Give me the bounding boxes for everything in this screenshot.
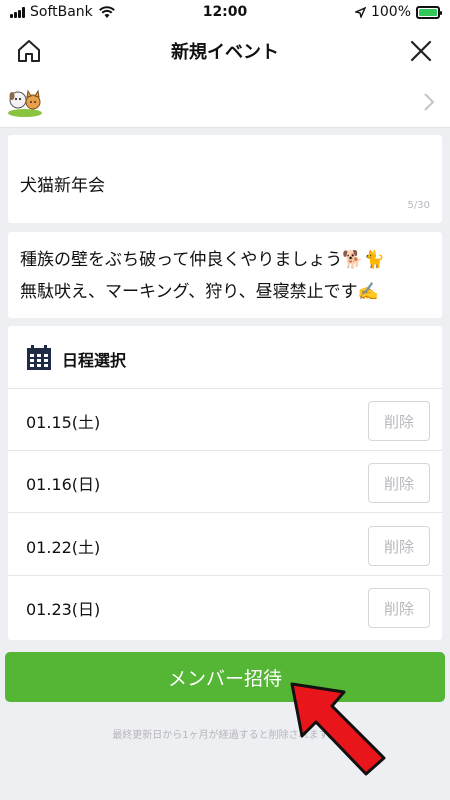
event-description-card[interactable]: 種族の壁をぶち破って仲良くやりましょう🐕🐈 無駄吠え、マーキング、狩り、昼寝禁止… bbox=[8, 232, 442, 318]
nav-bar: 新規イベント bbox=[0, 26, 450, 76]
delete-date-button[interactable]: 削除 bbox=[368, 463, 430, 503]
dog-cat-sticker-icon bbox=[8, 89, 42, 117]
chevron-right-icon bbox=[424, 93, 435, 111]
close-icon[interactable] bbox=[408, 38, 434, 64]
date-label: 01.23(日) bbox=[26, 600, 101, 619]
page-title: 新規イベント bbox=[171, 42, 279, 63]
schedule-card: 日程選択 01.15(土) 削除 01.16(日) 削除 01.22(土) 削除… bbox=[8, 326, 442, 640]
battery-icon bbox=[416, 5, 442, 19]
event-title-card[interactable]: 犬猫新年会 5/30 bbox=[8, 135, 442, 223]
title-char-counter: 5/30 bbox=[407, 200, 430, 211]
location-icon bbox=[354, 6, 366, 18]
date-label: 01.16(日) bbox=[26, 475, 101, 494]
schedule-header-label: 日程選択 bbox=[62, 351, 127, 370]
status-bar: SoftBank 12:00 100% bbox=[0, 0, 450, 26]
description-line-2: 無駄吠え、マーキング、狩り、昼寝禁止です✍️ bbox=[20, 282, 379, 302]
date-row: 01.23(日) 削除 bbox=[8, 576, 442, 638]
status-right: 100% bbox=[354, 4, 442, 20]
event-title-input[interactable]: 犬猫新年会 bbox=[20, 171, 105, 196]
date-label: 01.15(土) bbox=[26, 413, 101, 432]
date-row: 01.15(土) 削除 bbox=[8, 389, 442, 451]
date-label: 01.22(土) bbox=[26, 538, 101, 557]
calendar-icon bbox=[27, 345, 51, 370]
delete-date-button[interactable]: 削除 bbox=[368, 401, 430, 441]
delete-date-button[interactable]: 削除 bbox=[368, 526, 430, 566]
battery-percent: 100% bbox=[370, 4, 411, 20]
date-row: 01.22(土) 削除 bbox=[8, 514, 442, 576]
description-line-1: 種族の壁をぶち破って仲良くやりましょう🐕🐈 bbox=[20, 250, 385, 270]
date-row: 01.16(日) 削除 bbox=[8, 451, 442, 513]
red-arrow-annotation bbox=[290, 682, 386, 776]
delete-date-button[interactable]: 削除 bbox=[368, 588, 430, 628]
event-image-row[interactable] bbox=[0, 76, 450, 128]
schedule-header: 日程選択 bbox=[8, 326, 442, 389]
